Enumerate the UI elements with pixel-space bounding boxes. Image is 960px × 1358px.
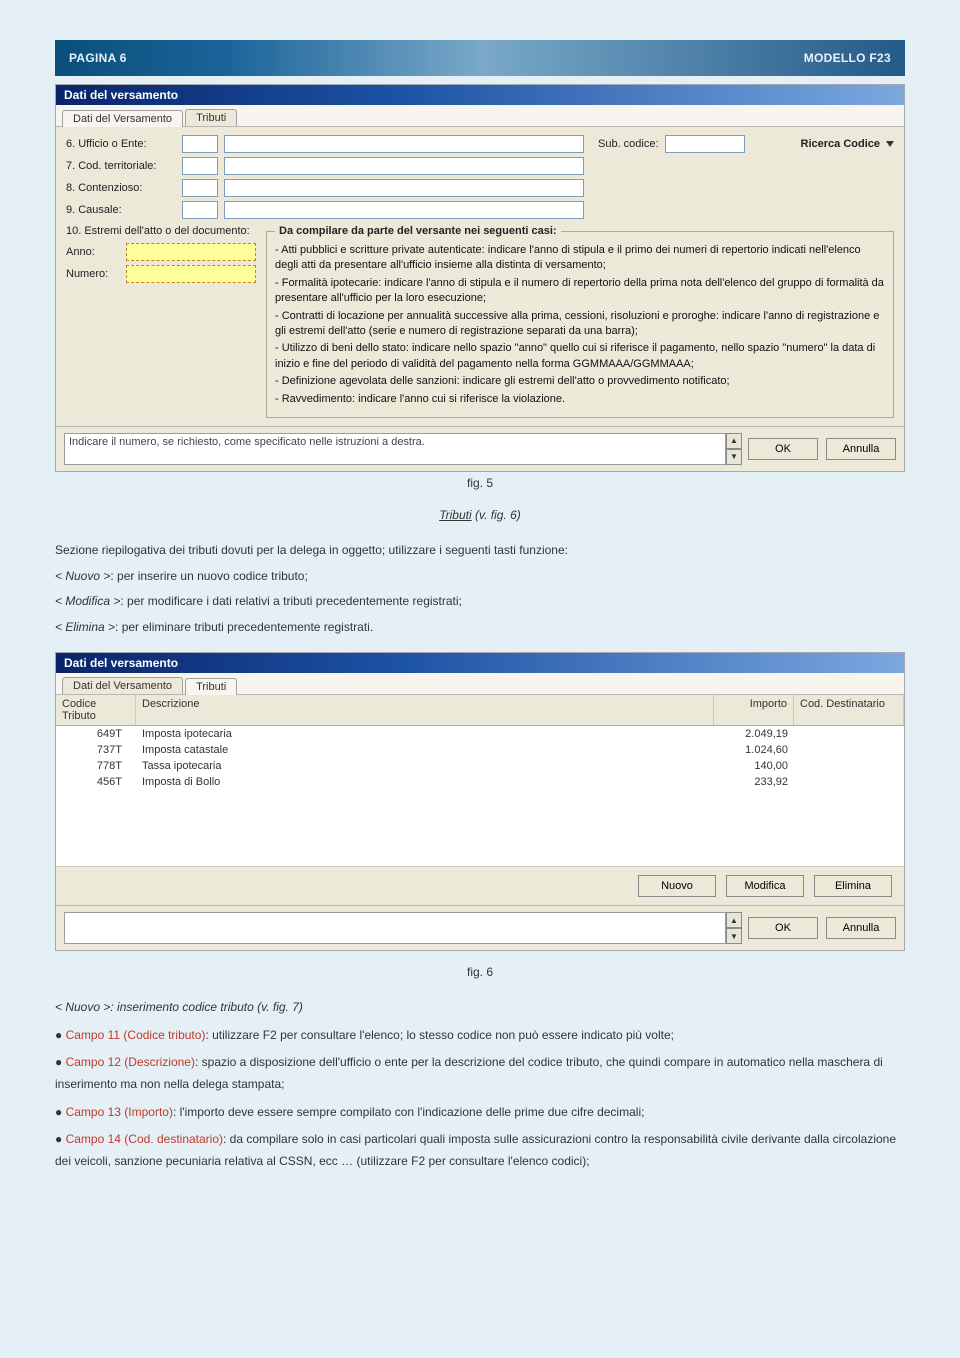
cell-code: 456T bbox=[56, 775, 136, 789]
fieldset-legend: Da compilare da parte del versante nei s… bbox=[275, 225, 561, 237]
fig7-intro-title: < Nuovo >: inserimento codice tributo (v… bbox=[55, 997, 905, 1019]
scroll-down-icon[interactable]: ▼ bbox=[726, 928, 742, 944]
note-textarea[interactable]: Indicare il numero, se richiesto, come s… bbox=[64, 433, 726, 465]
tab-dati-versamento[interactable]: Dati del Versamento bbox=[62, 677, 183, 694]
label-anno: Anno: bbox=[66, 246, 120, 258]
tributi-modifica-desc: < Modifica >: per modificare i dati rela… bbox=[55, 591, 905, 613]
ricerca-codice-link[interactable]: Ricerca Codice bbox=[801, 138, 894, 150]
fig5-window: Dati del versamento Dati del Versamento … bbox=[55, 84, 905, 472]
nuovo-button[interactable]: Nuovo bbox=[638, 875, 716, 897]
col-destinatario: Cod. Destinatario bbox=[794, 695, 904, 725]
chevron-down-icon bbox=[886, 141, 894, 147]
annulla-button[interactable]: Annulla bbox=[826, 438, 896, 460]
cell-desc: Imposta ipotecaria bbox=[136, 727, 714, 741]
campo14-desc: ● Campo 14 (Cod. destinatario): da compi… bbox=[55, 1129, 905, 1172]
table-row[interactable]: 737TImposta catastale1.024,60 bbox=[56, 742, 904, 758]
campo11-desc: ● Campo 11 (Codice tributo): utilizzare … bbox=[55, 1025, 905, 1047]
field-ufficio-desc[interactable] bbox=[224, 135, 584, 153]
tabs-fig6: Dati del Versamento Tributi bbox=[56, 673, 904, 695]
cell-dest bbox=[794, 759, 904, 773]
window-title: Dati del versamento bbox=[56, 85, 904, 105]
table-header: Codice Tributo Descrizione Importo Cod. … bbox=[56, 695, 904, 726]
cell-desc: Imposta di Bollo bbox=[136, 775, 714, 789]
window-title: Dati del versamento bbox=[56, 653, 904, 673]
tributi-intro: Sezione riepilogativa dei tributi dovuti… bbox=[55, 540, 905, 562]
help-line: - Formalità ipotecarie: indicare l'anno … bbox=[275, 276, 885, 307]
field-ufficio[interactable] bbox=[182, 135, 218, 153]
label-subcodice: Sub. codice: bbox=[598, 138, 659, 150]
cell-code: 778T bbox=[56, 759, 136, 773]
scroll-up-icon[interactable]: ▲ bbox=[726, 433, 742, 449]
label-causale: 9. Causale: bbox=[66, 204, 176, 216]
cell-desc: Imposta catastale bbox=[136, 743, 714, 757]
help-line: - Ravvedimento: indicare l'anno cui si r… bbox=[275, 392, 885, 407]
help-fieldset: Da compilare da parte del versante nei s… bbox=[266, 225, 894, 418]
tab-tributi[interactable]: Tributi bbox=[185, 109, 237, 126]
col-descrizione: Descrizione bbox=[136, 695, 714, 725]
field-cod-terr[interactable] bbox=[182, 157, 218, 175]
page-num: PAGINA 6 bbox=[69, 51, 127, 65]
field-cod-terr-desc[interactable] bbox=[224, 157, 584, 175]
fig6-window: Dati del versamento Dati del Versamento … bbox=[55, 652, 905, 951]
label-cod-terr: 7. Cod. territoriale: bbox=[66, 160, 176, 172]
help-line: - Utilizzo di beni dello stato: indicare… bbox=[275, 341, 885, 372]
field-anno[interactable] bbox=[126, 243, 256, 261]
cell-imp: 233,92 bbox=[714, 775, 794, 789]
cell-imp: 140,00 bbox=[714, 759, 794, 773]
field-contenzioso[interactable] bbox=[182, 179, 218, 197]
tributi-section-title: Tributi (v. fig. 6) bbox=[55, 508, 905, 522]
table-row[interactable]: 649TImposta ipotecaria2.049,19 bbox=[56, 726, 904, 742]
cell-dest bbox=[794, 727, 904, 741]
campo13-desc: ● Campo 13 (Importo): l'importo deve ess… bbox=[55, 1102, 905, 1124]
annulla-button[interactable]: Annulla bbox=[826, 917, 896, 939]
cell-code: 649T bbox=[56, 727, 136, 741]
cell-code: 737T bbox=[56, 743, 136, 757]
scroll-down-icon[interactable]: ▼ bbox=[726, 449, 742, 465]
field-numero[interactable] bbox=[126, 265, 256, 283]
table-row[interactable]: 778TTassa ipotecaria140,00 bbox=[56, 758, 904, 774]
field-subcodice[interactable] bbox=[665, 135, 745, 153]
tab-dati-versamento[interactable]: Dati del Versamento bbox=[62, 110, 183, 127]
campo12-desc: ● Campo 12 (Descrizione): spazio a dispo… bbox=[55, 1052, 905, 1095]
cell-dest bbox=[794, 775, 904, 789]
note-textarea-fig6[interactable] bbox=[64, 912, 726, 944]
label-contenzioso: 8. Contenzioso: bbox=[66, 182, 176, 194]
label-numero: Numero: bbox=[66, 268, 120, 280]
ok-button[interactable]: OK bbox=[748, 917, 818, 939]
tab-tributi[interactable]: Tributi bbox=[185, 678, 237, 695]
cell-desc: Tassa ipotecaria bbox=[136, 759, 714, 773]
field-contenzioso-desc[interactable] bbox=[224, 179, 584, 197]
label-estremi: 10. Estremi dell'atto o del documento: bbox=[66, 225, 256, 237]
elimina-button[interactable]: Elimina bbox=[814, 875, 892, 897]
field-causale[interactable] bbox=[182, 201, 218, 219]
scroll-up-icon[interactable]: ▲ bbox=[726, 912, 742, 928]
fig5-caption: fig. 5 bbox=[55, 476, 905, 490]
cell-imp: 2.049,19 bbox=[714, 727, 794, 741]
cell-imp: 1.024,60 bbox=[714, 743, 794, 757]
tributi-nuovo-desc: < Nuovo >: per inserire un nuovo codice … bbox=[55, 566, 905, 588]
label-ufficio: 6. Ufficio o Ente: bbox=[66, 138, 176, 150]
col-codice: Codice Tributo bbox=[56, 695, 136, 725]
modifica-button[interactable]: Modifica bbox=[726, 875, 804, 897]
cell-dest bbox=[794, 743, 904, 757]
col-importo: Importo bbox=[714, 695, 794, 725]
tabs-fig5: Dati del Versamento Tributi bbox=[56, 105, 904, 127]
ok-button[interactable]: OK bbox=[748, 438, 818, 460]
field-causale-desc[interactable] bbox=[224, 201, 584, 219]
doc-model: MODELLO F23 bbox=[804, 51, 891, 65]
help-line: - Atti pubblici e scritture private aute… bbox=[275, 243, 885, 274]
table-body: 649TImposta ipotecaria2.049,19737TImpost… bbox=[56, 726, 904, 866]
help-line: - Contratti di locazione per annualità s… bbox=[275, 309, 885, 340]
table-row[interactable]: 456TImposta di Bollo233,92 bbox=[56, 774, 904, 790]
help-line: - Definizione agevolata delle sanzioni: … bbox=[275, 374, 885, 389]
fig6-caption: fig. 6 bbox=[55, 965, 905, 979]
tributi-elimina-desc: < Elimina >: per eliminare tributi prece… bbox=[55, 617, 905, 639]
page-header: PAGINA 6 MODELLO F23 bbox=[55, 40, 905, 76]
